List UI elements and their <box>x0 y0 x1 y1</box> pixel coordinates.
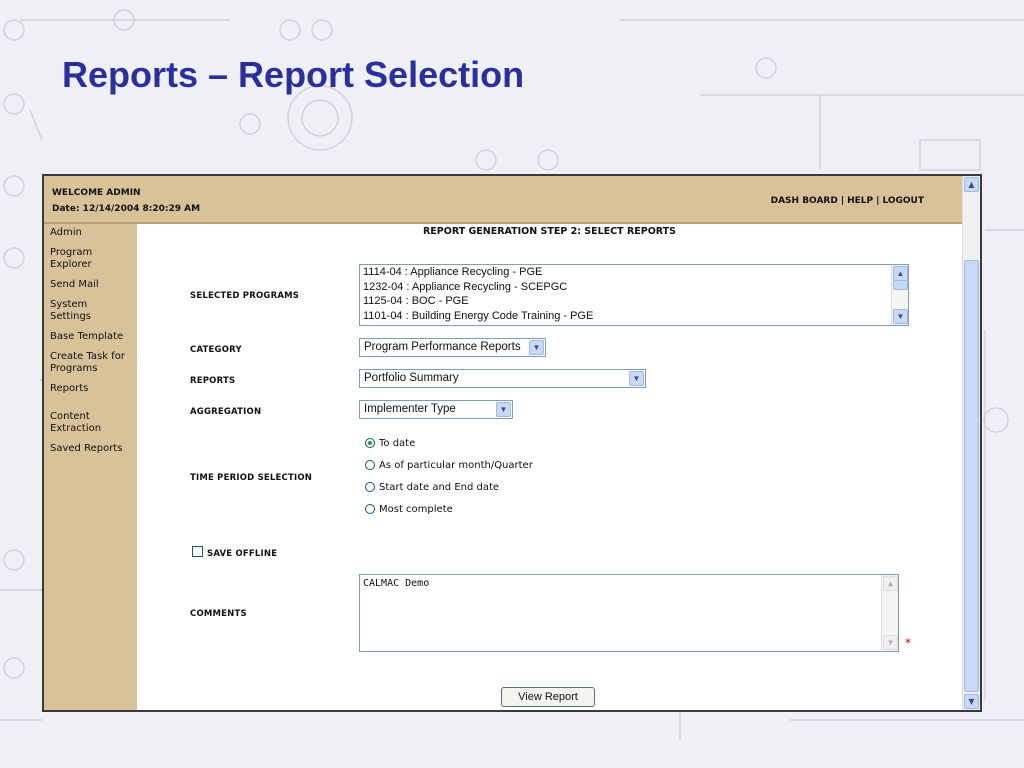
save-offline-label: SAVE OFFLINE <box>207 549 278 559</box>
main-content: REPORT GENERATION STEP 2: SELECT REPORTS… <box>137 224 962 710</box>
radio-to-date[interactable]: To date <box>365 438 415 452</box>
list-item[interactable]: 1114-04 : Appliance Recycling - PGE <box>360 265 908 280</box>
sidebar-item-saved-reports[interactable]: Saved Reports <box>44 440 137 460</box>
time-period-label: TIME PERIOD SELECTION <box>190 473 313 483</box>
selected-programs-listbox[interactable]: 1114-04 : Appliance Recycling - PGE 1232… <box>359 264 909 326</box>
help-link[interactable]: HELP <box>847 196 873 206</box>
required-mark: * <box>905 636 911 650</box>
radio-button[interactable] <box>365 460 375 470</box>
radio-label: Start date and End date <box>379 482 500 493</box>
header-bar: WELCOME ADMIN Date: 12/14/2004 8:20:29 A… <box>44 176 962 224</box>
chevron-down-icon[interactable]: ▼ <box>496 402 511 417</box>
sidebar-item-admin[interactable]: Admin <box>44 224 137 244</box>
chevron-down-icon[interactable]: ▼ <box>964 694 979 709</box>
sidebar-item-program-explorer[interactable]: Program Explorer <box>44 244 115 276</box>
app-page: WELCOME ADMIN Date: 12/14/2004 8:20:29 A… <box>44 176 980 710</box>
radio-as-of-month[interactable]: As of particular month/Quarter <box>365 460 533 474</box>
chevron-down-icon[interactable]: ▼ <box>883 635 898 650</box>
category-select[interactable]: Program Performance Reports ▼ <box>359 338 546 357</box>
comments-label: COMMENTS <box>190 609 247 619</box>
link-separator: | <box>840 196 845 206</box>
chevron-down-icon[interactable]: ▼ <box>529 340 544 355</box>
save-offline-checkbox[interactable] <box>192 546 203 557</box>
sidebar-item-base-template[interactable]: Base Template <box>44 328 137 348</box>
listbox-scrollbar[interactable]: ▲ ▼ <box>891 265 908 325</box>
list-item[interactable]: 1232-04 : Appliance Recycling - SCEPGC <box>360 280 908 295</box>
slide-title: Reports – Report Selection <box>62 54 525 95</box>
date-text: Date: 12/14/2004 8:20:29 AM <box>52 204 201 214</box>
radio-label: To date <box>379 438 416 449</box>
category-value: Program Performance Reports <box>364 341 521 353</box>
chevron-up-icon[interactable]: ▲ <box>883 576 898 591</box>
step-title: REPORT GENERATION STEP 2: SELECT REPORTS <box>422 226 676 237</box>
view-report-button[interactable]: View Report <box>501 687 595 707</box>
sidebar: Admin Program Explorer Send Mail System … <box>44 224 137 710</box>
chevron-up-icon[interactable]: ▲ <box>964 177 979 192</box>
welcome-text: WELCOME ADMIN <box>52 188 141 198</box>
chevron-up-icon[interactable]: ▲ <box>893 266 908 281</box>
scroll-thumb[interactable] <box>893 280 908 290</box>
chevron-down-icon[interactable]: ▼ <box>629 371 644 386</box>
aggregation-value: Implementer Type <box>364 403 456 415</box>
radio-button[interactable] <box>365 504 375 514</box>
selected-programs-label: SELECTED PROGRAMS <box>190 291 300 301</box>
sidebar-item-reports[interactable]: Reports <box>44 380 137 408</box>
comments-textarea[interactable]: CALMAC Demo ▲ ▼ <box>359 574 899 652</box>
radio-label: As of particular month/Quarter <box>379 460 533 471</box>
sidebar-item-create-task[interactable]: Create Task for Programs <box>44 348 137 380</box>
radio-button[interactable] <box>365 482 375 492</box>
list-item[interactable]: 1101-04 : Building Energy Code Training … <box>360 309 908 324</box>
radio-button[interactable] <box>365 438 375 448</box>
radio-start-end-date[interactable]: Start date and End date <box>365 482 499 496</box>
page-scrollbar[interactable]: ▲ ▼ <box>962 176 980 710</box>
category-label: CATEGORY <box>190 345 242 355</box>
radio-label: Most complete <box>379 504 453 515</box>
sidebar-item-content-extraction[interactable]: Content Extraction <box>44 408 115 440</box>
dashboard-link[interactable]: DASH BOARD <box>771 196 838 206</box>
chevron-down-icon[interactable]: ▼ <box>893 309 908 324</box>
aggregation-label: AGGREGATION <box>190 407 262 417</box>
reports-value: Portfolio Summary <box>364 372 459 384</box>
list-item[interactable]: 1125-04 : BOC - PGE <box>360 294 908 309</box>
scroll-thumb[interactable] <box>964 260 979 692</box>
browser-window: WELCOME ADMIN Date: 12/14/2004 8:20:29 A… <box>42 174 982 712</box>
sidebar-item-system-settings[interactable]: System Settings <box>44 296 115 328</box>
reports-select[interactable]: Portfolio Summary ▼ <box>359 369 646 388</box>
textarea-scrollbar[interactable]: ▲ ▼ <box>881 575 898 651</box>
reports-label: REPORTS <box>190 376 236 386</box>
aggregation-select[interactable]: Implementer Type ▼ <box>359 400 513 419</box>
radio-most-complete[interactable]: Most complete <box>365 504 453 518</box>
sidebar-item-send-mail[interactable]: Send Mail <box>44 276 137 296</box>
comments-value: CALMAC Demo <box>363 578 430 589</box>
logout-link[interactable]: LOGOUT <box>882 196 924 206</box>
top-links: DASH BOARD | HELP | LOGOUT <box>771 196 924 206</box>
